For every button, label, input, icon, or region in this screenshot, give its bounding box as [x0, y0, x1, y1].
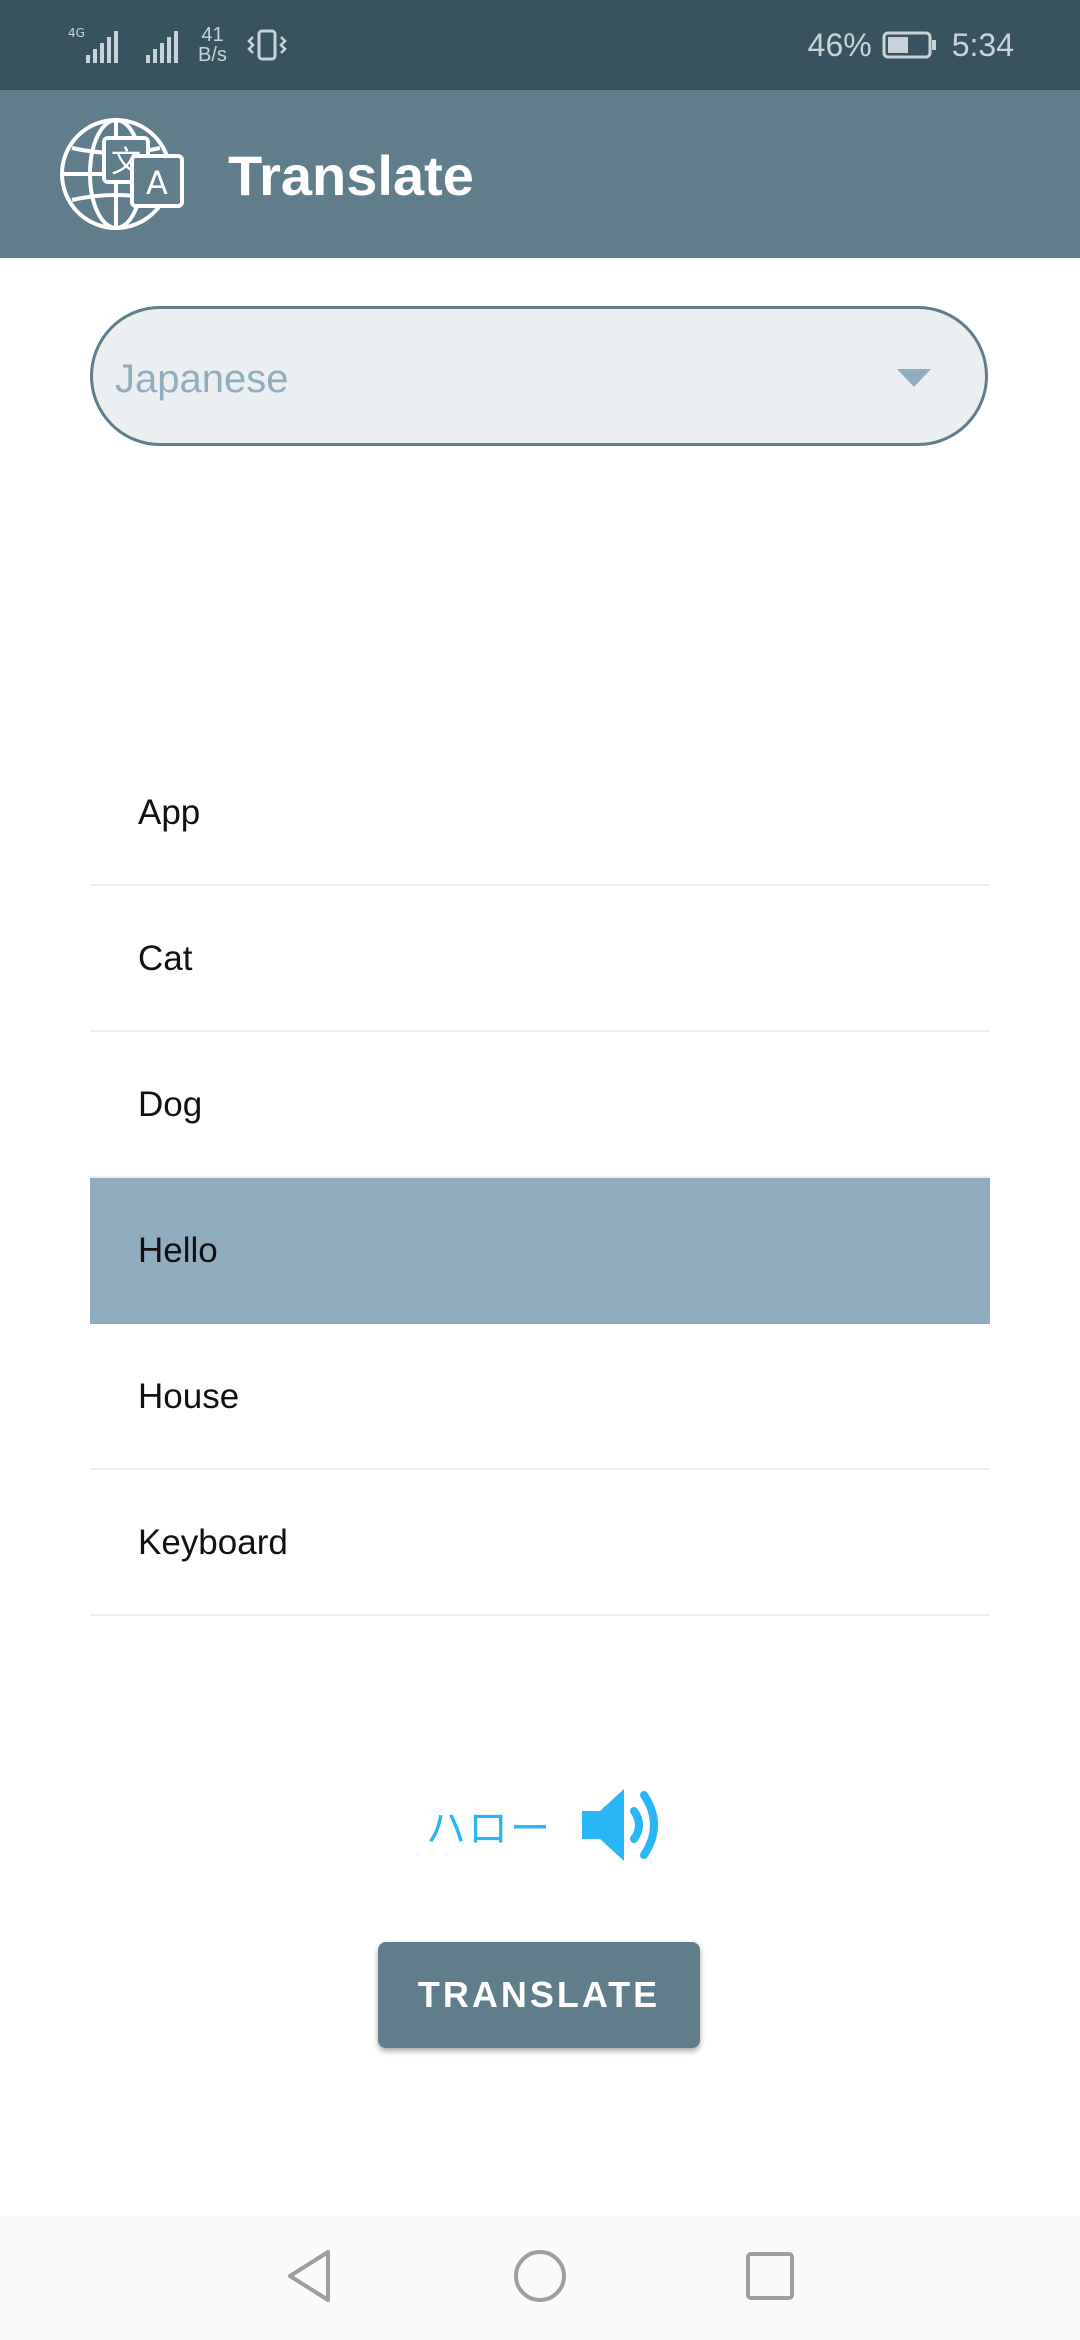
status-right: 46% 5:34	[808, 22, 1014, 68]
system-nav-bar	[0, 2216, 1080, 2340]
language-dropdown[interactable]: Japanese	[90, 306, 988, 446]
translation-result: ハロー	[426, 1780, 664, 1870]
recents-icon[interactable]	[740, 2246, 800, 2306]
list-item[interactable]: Keyboard	[90, 1470, 990, 1616]
list-item-label: Cat	[138, 939, 193, 978]
svg-text:A: A	[146, 164, 168, 202]
list-item[interactable]: Dog	[90, 1032, 990, 1178]
svg-text:4G: 4G	[68, 26, 85, 40]
list-item-label: Hello	[138, 1231, 218, 1270]
list-item[interactable]: House	[90, 1324, 990, 1470]
home-icon[interactable]	[510, 2246, 570, 2306]
translate-button[interactable]: TRANSLATE	[378, 1942, 700, 2048]
list-item-label: House	[138, 1377, 240, 1416]
list-item-label: App	[138, 793, 201, 832]
volume-up-icon[interactable]	[578, 1783, 664, 1867]
clock: 5:34	[951, 26, 1014, 63]
caret-down-icon	[897, 369, 931, 387]
app-title: Translate	[228, 144, 474, 207]
translation-text: ハロー	[426, 1807, 552, 1851]
status-left: 4G 41 B/s	[68, 18, 287, 72]
list-item-label: Keyboard	[138, 1523, 288, 1562]
list-item-selected[interactable]: Hello	[90, 1178, 990, 1324]
battery-icon	[882, 31, 936, 59]
list-item[interactable]: Cat	[90, 886, 990, 1032]
vibrate-icon	[247, 29, 287, 61]
net-speed: 41 B/s	[198, 25, 227, 65]
signal-icon	[146, 31, 178, 63]
word-list: App Cat Dog Hello House Keyboard	[90, 740, 990, 1616]
net-speed-unit: B/s	[198, 44, 227, 66]
list-item-label: Dog	[138, 1085, 203, 1124]
signal-4g-icon: 4G	[68, 26, 118, 63]
battery-percent: 46%	[807, 26, 872, 63]
list-item[interactable]: App	[90, 740, 990, 886]
language-selected-value: Japanese	[115, 357, 289, 401]
globe-translate-icon: 文 A	[60, 118, 184, 230]
app-bar: 文 A Translate	[0, 90, 1080, 258]
net-speed-value: 41	[201, 24, 224, 46]
back-icon[interactable]	[280, 2246, 340, 2306]
status-bar: 4G 41 B/s 46% 5:34	[0, 0, 1080, 90]
